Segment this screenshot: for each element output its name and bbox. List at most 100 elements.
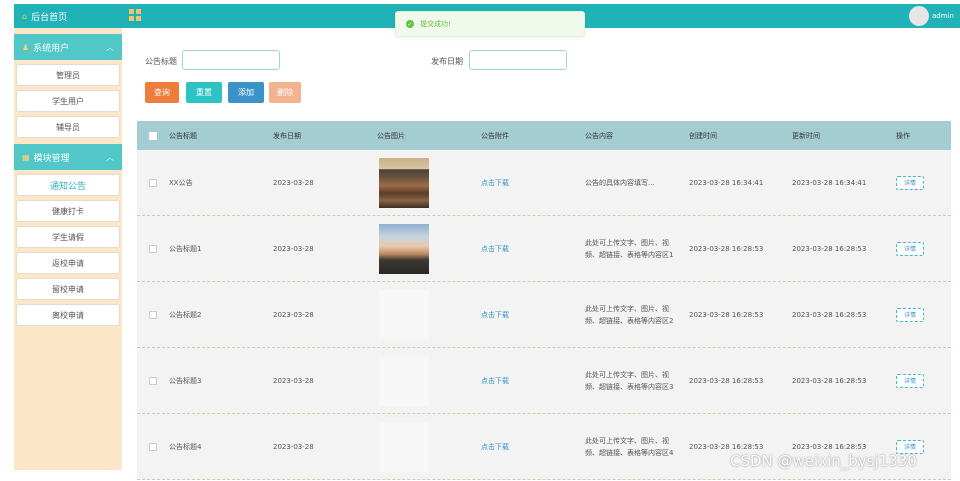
delete-button[interactable]: 删除 — [269, 82, 301, 103]
header-updated: 更新时间 — [792, 131, 820, 140]
watermark: CSDN @weixin_bysj1330 — [730, 452, 917, 470]
download-link[interactable]: 点击下载 — [481, 377, 509, 385]
cell-created: 2023-03-28 16:34:41 — [689, 178, 764, 187]
header-content: 公告内容 — [585, 131, 613, 140]
cell-content-line: 此处可上传文字、图片、视 — [585, 436, 669, 445]
sidebar-group-modules[interactable]: ▦ 模块管理 ︿ — [14, 144, 122, 170]
cell-created: 2023-03-28 16:28:53 — [689, 310, 764, 319]
cell-date: 2023-03-28 — [273, 442, 314, 451]
sidebar-item-counselor[interactable]: 辅导员 — [16, 116, 120, 138]
cell-content: 此处可上传文字、图片、视 频、超链接、表格等内容区3 — [585, 369, 689, 393]
home-icon: ⌂ — [22, 11, 28, 21]
cell-title: 公告标题3 — [169, 376, 202, 385]
cell-created: 2023-03-28 16:28:53 — [689, 244, 764, 253]
detail-button[interactable]: 详情 — [896, 373, 924, 388]
cell-content-line: 频、超链接、表格等内容区2 — [585, 316, 674, 325]
title-search-input[interactable] — [182, 50, 280, 70]
cell-date: 2023-03-28 — [273, 376, 314, 385]
date-search-input[interactable] — [469, 50, 567, 70]
sidebar-item-return[interactable]: 返校申请 — [16, 252, 120, 274]
header-actions: 操作 — [896, 131, 910, 140]
sidebar-item-depart[interactable]: 离校申请 — [16, 304, 120, 326]
cell-updated: 2023-03-28 16:28:53 — [792, 244, 867, 253]
user-icon: ♟ — [22, 42, 30, 52]
cell-updated: 2023-03-28 16:28:53 — [792, 442, 867, 451]
cell-content-line: 频、超链接、表格等内容区3 — [585, 382, 674, 391]
table-header: 公告标题 发布日期 公告图片 公告附件 公告内容 创建时间 更新时间 操作 — [137, 121, 951, 150]
cell-content-line: 此处可上传文字、图片、视 — [585, 238, 669, 247]
cell-content: 此处可上传文字、图片、视 频、超链接、表格等内容区1 — [585, 237, 689, 261]
reset-button[interactable]: 重置 — [186, 82, 222, 103]
detail-button[interactable]: 详情 — [896, 175, 924, 190]
cell-content-line: 频、超链接、表格等内容区1 — [585, 250, 674, 259]
sidebar-item-student-users[interactable]: 学生用户 — [16, 90, 120, 112]
sidebar-item-health-checkin[interactable]: 健康打卡 — [16, 200, 120, 222]
query-button[interactable]: 查询 — [145, 82, 179, 103]
cell-title: 公告标题4 — [169, 442, 202, 451]
sidebar-home-label: 后台首页 — [31, 12, 68, 23]
row-checkbox[interactable] — [149, 178, 157, 187]
cell-created: 2023-03-28 16:28:53 — [689, 442, 764, 451]
notice-image-placeholder — [379, 421, 429, 472]
cell-updated: 2023-03-28 16:28:53 — [792, 310, 867, 319]
header-title: 公告标题 — [169, 131, 197, 140]
row-checkbox[interactable] — [149, 376, 157, 385]
sidebar-item-notice[interactable]: 通知公告 — [16, 174, 120, 196]
avatar[interactable] — [909, 6, 929, 26]
date-label: 发布日期 — [431, 57, 463, 66]
notice-image-placeholder — [379, 355, 429, 406]
table-row: 公告标题4 2023-03-28 点击下载 此处可上传文字、图片、视 频、超链接、… — [137, 414, 951, 480]
cell-content-line: 此处可上传文字、图片、视 — [585, 304, 669, 313]
sidebar-item-leave[interactable]: 学生请假 — [16, 226, 120, 248]
sidebar-group-label: 模块管理 — [33, 153, 70, 164]
cell-updated: 2023-03-28 16:34:41 — [792, 178, 867, 187]
grid-menu-icon[interactable] — [129, 9, 141, 21]
row-checkbox[interactable] — [149, 442, 157, 451]
cell-date: 2023-03-28 — [273, 310, 314, 319]
cell-title: 公告标题1 — [169, 244, 202, 253]
notice-image[interactable] — [379, 157, 429, 208]
sidebar: ⌂ 后台首页 ♟ 系统用户 ︿ 管理员 学生用户 辅导员 ▦ 模块管理 ︿ 通知… — [14, 4, 122, 470]
cell-updated: 2023-03-28 16:28:53 — [792, 376, 867, 385]
download-link[interactable]: 点击下载 — [481, 311, 509, 319]
sidebar-home[interactable]: ⌂ 后台首页 — [14, 4, 122, 28]
cell-content: 此处可上传文字、图片、视 频、超链接、表格等内容区4 — [585, 435, 689, 459]
toast-message: 提交成功! — [420, 20, 451, 28]
check-icon: ✓ — [406, 20, 414, 28]
table-row: 公告标题2 2023-03-28 点击下载 此处可上传文字、图片、视 频、超链接、… — [137, 282, 951, 348]
sidebar-group-system-users[interactable]: ♟ 系统用户 ︿ — [14, 34, 122, 60]
download-link[interactable]: 点击下载 — [481, 179, 509, 187]
detail-button[interactable]: 详情 — [896, 241, 924, 256]
cell-title: XX公告 — [169, 178, 193, 187]
sidebar-item-stay[interactable]: 留校申请 — [16, 278, 120, 300]
cell-date: 2023-03-28 — [273, 244, 314, 253]
table-row: XX公告 2023-03-28 点击下载 公告的具体内容填写... 2023-0… — [137, 150, 951, 216]
cell-content: 此处可上传文字、图片、视 频、超链接、表格等内容区2 — [585, 303, 689, 327]
table-row: 公告标题3 2023-03-28 点击下载 此处可上传文字、图片、视 频、超链接、… — [137, 348, 951, 414]
username[interactable]: admin — [932, 12, 954, 20]
success-toast: ✓ 提交成功! — [395, 11, 585, 37]
header-attachment: 公告附件 — [481, 131, 509, 140]
sidebar-item-admin[interactable]: 管理员 — [16, 64, 120, 86]
select-all-checkbox[interactable] — [149, 131, 157, 140]
notice-table: 公告标题 发布日期 公告图片 公告附件 公告内容 创建时间 更新时间 操作 XX… — [137, 121, 951, 480]
notice-image-placeholder — [379, 289, 429, 340]
table-row: 公告标题1 2023-03-28 点击下载 此处可上传文字、图片、视 频、超链接、… — [137, 216, 951, 282]
notice-image[interactable] — [379, 223, 429, 274]
add-button[interactable]: 添加 — [228, 82, 264, 103]
module-icon: ▦ — [22, 152, 30, 162]
header-image: 公告图片 — [377, 131, 405, 140]
download-link[interactable]: 点击下载 — [481, 443, 509, 451]
cell-content-line: 此处可上传文字、图片、视 — [585, 370, 669, 379]
header-date: 发布日期 — [273, 131, 301, 140]
sidebar-group-label: 系统用户 — [33, 43, 70, 54]
row-checkbox[interactable] — [149, 244, 157, 253]
cell-content: 公告的具体内容填写... — [585, 177, 689, 189]
download-link[interactable]: 点击下载 — [481, 245, 509, 253]
chevron-up-icon: ︿ — [106, 152, 114, 162]
detail-button[interactable]: 详情 — [896, 307, 924, 322]
cell-content-line: 频、超链接、表格等内容区4 — [585, 448, 674, 457]
header-created: 创建时间 — [689, 131, 717, 140]
row-checkbox[interactable] — [149, 310, 157, 319]
chevron-up-icon: ︿ — [106, 42, 114, 52]
